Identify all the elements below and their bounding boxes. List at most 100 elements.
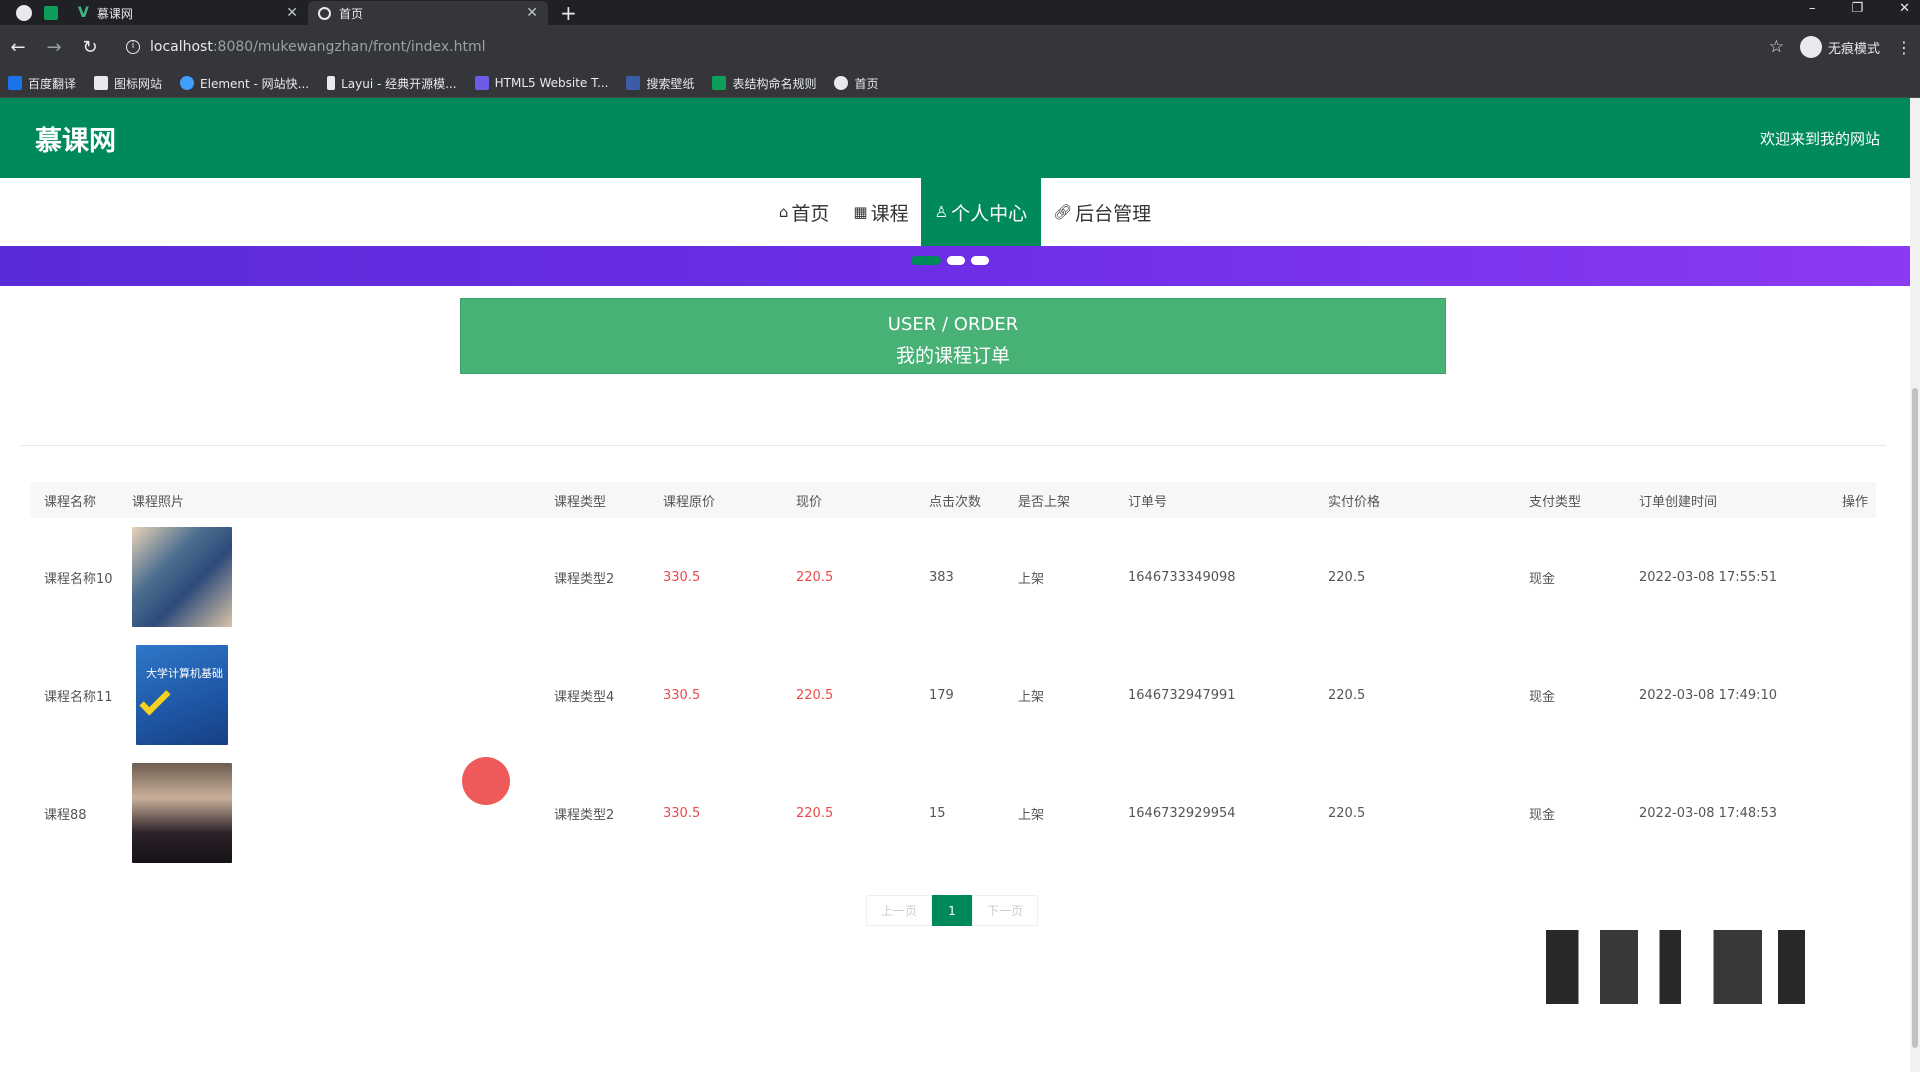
click-count: 15: [929, 805, 946, 821]
section-title-zh: 我的课程订单: [895, 345, 1010, 367]
browser-tab-1[interactable]: V 慕课网 ✕: [68, 1, 308, 25]
column-header: 课程照片: [132, 494, 185, 510]
pinned-tab-icon[interactable]: [44, 6, 58, 20]
html5-icon: [474, 76, 489, 90]
bookmark-item[interactable]: 表结构命名规则: [712, 75, 816, 92]
nav-courses[interactable]: ▦ 课程: [841, 178, 920, 246]
course-name: 课程88: [44, 807, 87, 823]
column-header: 是否上架: [1018, 494, 1071, 510]
reload-icon[interactable]: ↻: [80, 37, 100, 58]
element-icon: [180, 76, 195, 90]
flag-icon: [94, 76, 109, 90]
link-icon: 🔗︎: [1053, 203, 1073, 221]
welcome-text: 欢迎来到我的网站: [1759, 129, 1880, 148]
current-price: 220.5: [796, 569, 834, 585]
new-tab-button[interactable]: +: [560, 1, 577, 25]
column-header: 课程名称: [44, 494, 97, 510]
user-icon: ♙: [934, 203, 949, 221]
incognito-label: 无痕模式: [1827, 41, 1880, 57]
next-page-button[interactable]: 下一页: [972, 895, 1038, 926]
browser-menu-icon[interactable]: [16, 5, 32, 21]
course-type: 课程类型2: [554, 807, 615, 823]
column-header: 课程原价: [663, 494, 716, 510]
carousel-dot[interactable]: [947, 256, 965, 265]
original-price: 330.5: [663, 569, 701, 585]
listing-status: 上架: [1018, 689, 1045, 705]
pagination: 上一页 1 下一页: [866, 895, 1038, 926]
table-row[interactable]: 课程名称10 课程类型2 330.5 220.5 383 上架 16467333…: [30, 518, 1876, 636]
info-icon[interactable]: i: [126, 40, 140, 54]
bookmark-item[interactable]: 首页: [834, 75, 879, 92]
nav-label: 个人中心: [951, 202, 1028, 225]
close-tab-icon[interactable]: ✕: [526, 5, 538, 21]
course-photo[interactable]: [132, 527, 232, 627]
globe-icon: [834, 76, 849, 90]
course-photo[interactable]: 大学计算机基础: [136, 645, 228, 745]
course-name: 课程名称10: [44, 571, 113, 587]
order-number: 1646732947991: [1128, 687, 1236, 703]
more-menu-icon[interactable]: ⋮: [1896, 38, 1912, 57]
bookmark-item[interactable]: HTML5 Website T...: [474, 76, 608, 90]
browser-toolbar: ← → ↻ i localhost:8080/mukewangzhan/fron…: [0, 25, 1920, 69]
restore-icon[interactable]: ❐: [1851, 0, 1863, 18]
paid-price: 220.5: [1328, 805, 1366, 821]
page-scrollbar[interactable]: [1910, 98, 1920, 1072]
current-price: 220.5: [796, 805, 834, 821]
nav-home[interactable]: ⌂ 首页: [767, 178, 842, 246]
minimize-icon[interactable]: –: [1809, 0, 1816, 18]
payment-type: 现金: [1529, 807, 1556, 823]
course-photo[interactable]: [132, 763, 232, 863]
nav-label: 课程: [870, 202, 909, 225]
current-price: 220.5: [796, 687, 834, 703]
listing-status: 上架: [1018, 807, 1045, 823]
carousel-dot[interactable]: [911, 256, 941, 265]
bookmark-label: 搜索壁纸: [646, 76, 695, 91]
url-host: localhost: [150, 39, 213, 55]
nav-personal-center[interactable]: ♙ 个人中心: [920, 178, 1042, 246]
layui-icon: [327, 76, 336, 90]
prev-page-button[interactable]: 上一页: [866, 895, 932, 926]
original-price: 330.5: [663, 805, 701, 821]
url-path: :8080/mukewangzhan/front/index.html: [212, 39, 486, 55]
course-photo-cell: 大学计算机基础: [118, 645, 540, 745]
table-row[interactable]: 课程88 课程类型2 330.5 220.5 15 上架 16467329299…: [30, 754, 1876, 872]
bookmark-label: Element - 网站快...: [200, 76, 310, 91]
site-logo[interactable]: 慕课网: [35, 119, 116, 158]
back-icon[interactable]: ←: [8, 37, 28, 58]
paid-price: 220.5: [1328, 569, 1366, 585]
pixelated-watermark: [1546, 930, 1816, 1004]
course-type: 课程类型2: [554, 571, 615, 587]
browser-tab-2[interactable]: 首页 ✕: [308, 1, 548, 25]
course-photo-cell: [118, 527, 540, 627]
bookmark-item[interactable]: 搜索壁纸: [626, 75, 694, 92]
bookmark-star-icon[interactable]: ☆: [1769, 37, 1784, 57]
carousel-dot[interactable]: [971, 256, 989, 265]
paid-price: 220.5: [1328, 687, 1366, 703]
close-window-icon[interactable]: ✕: [1899, 0, 1910, 18]
vue-icon: V: [78, 5, 89, 21]
nav-admin[interactable]: 🔗︎ 后台管理: [1041, 178, 1163, 246]
page-number-button[interactable]: 1: [932, 895, 972, 926]
close-tab-icon[interactable]: ✕: [286, 5, 298, 21]
click-indicator: [462, 757, 510, 805]
payment-type: 现金: [1529, 689, 1556, 705]
bookmark-item[interactable]: Layui - 经典开源模...: [327, 75, 457, 92]
bookmark-item[interactable]: 图标网站: [94, 75, 162, 92]
bookmark-label: 首页: [854, 76, 879, 91]
column-header: 操作: [1842, 494, 1869, 510]
home-icon: ⌂: [778, 203, 789, 221]
checkmark-graphic: [139, 684, 171, 716]
bookmark-item[interactable]: Element - 网站快...: [180, 75, 309, 92]
column-header: 订单号: [1128, 494, 1168, 510]
bookmark-item[interactable]: 百度翻译: [8, 75, 76, 92]
address-bar[interactable]: i localhost:8080/mukewangzhan/front/inde…: [116, 31, 1753, 63]
order-created-time: 2022-03-08 17:55:51: [1639, 569, 1778, 585]
incognito-indicator[interactable]: 无痕模式: [1799, 36, 1880, 58]
course-name: 课程名称11: [44, 689, 113, 705]
table-row[interactable]: 课程名称11 大学计算机基础 课程类型4 330.5 220.5 179 上架 …: [30, 636, 1876, 754]
click-count: 179: [929, 687, 954, 703]
tab-title: 慕课网: [96, 6, 133, 21]
original-price: 330.5: [663, 687, 701, 703]
forward-icon[interactable]: →: [44, 37, 64, 58]
scrollbar-thumb[interactable]: [1912, 388, 1918, 1048]
